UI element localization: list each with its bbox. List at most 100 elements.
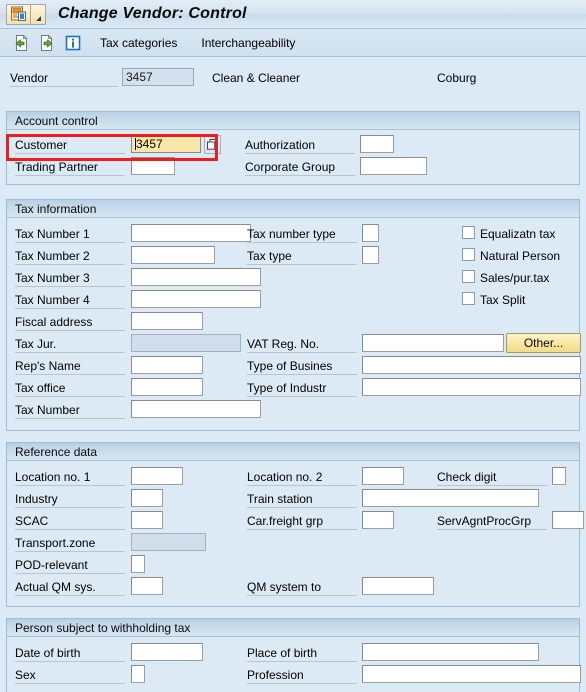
scac-field[interactable] [131, 511, 163, 529]
group-account-control-header: Account control [7, 111, 579, 130]
group-tax-information-body: Tax Number 1 Tax Number 2 Tax Number 3 T… [7, 218, 581, 429]
group-tax-information-header: Tax information [7, 199, 579, 218]
type-of-industr-label: Type of Industr [247, 381, 357, 397]
tax-number-2-field[interactable] [131, 246, 215, 264]
checkbox-sales-pur-tax-label: Sales/pur.tax [480, 271, 550, 285]
application-toolbar: Tax categories Interchangeability [0, 29, 586, 57]
vendor-city-text: Coburg [437, 71, 477, 85]
industry-field[interactable] [131, 489, 163, 507]
group-reference-data-body: Location no. 1 Industry SCAC Transport.z… [7, 461, 584, 605]
tax-number-type-label: Tax number type [247, 227, 357, 243]
place-of-birth-field[interactable] [362, 643, 539, 661]
group-reference-data-header: Reference data [7, 442, 579, 461]
type-of-busines-field[interactable] [362, 356, 581, 374]
check-digit-field[interactable] [552, 467, 566, 485]
qm-system-to-field[interactable] [362, 577, 434, 595]
tax-office-field[interactable] [131, 378, 203, 396]
system-menu-group[interactable] [6, 3, 46, 25]
group-reference-data: Reference data Location no. 1 Industry S… [6, 442, 584, 607]
check-digit-label: Check digit [437, 470, 547, 486]
authorization-field[interactable] [360, 135, 394, 153]
tax-number-1-label: Tax Number 1 [15, 227, 125, 243]
date-of-birth-label: Date of birth [15, 646, 125, 662]
group-tax-information: Tax information Tax Number 1 Tax Number … [6, 199, 581, 431]
previous-screen-icon[interactable] [8, 31, 34, 55]
sex-label: Sex [15, 668, 125, 684]
sap-vendor-icon[interactable] [7, 4, 30, 24]
date-of-birth-field[interactable] [131, 643, 203, 661]
group-withholding-tax-body: Date of birth Sex Place of birth Profess… [7, 637, 581, 692]
checkbox-natural-person-label: Natural Person [480, 249, 561, 263]
vendor-name-text: Clean & Cleaner [212, 71, 301, 85]
tax-number-type-field[interactable] [362, 224, 379, 242]
transport-zone-label: Transport.zone [15, 536, 125, 552]
tax-number-field[interactable] [131, 400, 261, 418]
customer-label: Customer [15, 138, 125, 154]
location-no-1-label: Location no. 1 [15, 470, 125, 486]
checkbox-tax-split-label: Tax Split [480, 293, 526, 307]
checkbox-tax-split[interactable] [462, 292, 475, 305]
reps-name-label: Rep's Name [15, 359, 125, 375]
vendor-number-field[interactable]: 3457 [122, 68, 194, 86]
pod-relevant-field[interactable] [131, 555, 145, 573]
checkbox-sales-pur-tax[interactable] [462, 270, 475, 283]
transport-zone-field[interactable] [131, 533, 206, 551]
info-icon[interactable] [60, 31, 86, 55]
tax-number-2-label: Tax Number 2 [15, 249, 125, 265]
checkbox-equalizatn-tax[interactable] [462, 226, 475, 239]
fiscal-address-field[interactable] [131, 312, 203, 330]
trading-partner-field[interactable] [131, 157, 175, 175]
actual-qm-sys-field[interactable] [131, 577, 163, 595]
page-title: Change Vendor: Control [58, 5, 247, 22]
tax-number-3-label: Tax Number 3 [15, 271, 125, 287]
servagntprocgrp-label: ServAgntProcGrp [437, 514, 547, 530]
scac-label: SCAC [15, 514, 125, 530]
location-no-2-field[interactable] [362, 467, 404, 485]
actual-qm-sys-label: Actual QM sys. [15, 580, 125, 596]
vat-reg-no-field[interactable] [362, 334, 504, 352]
tax-number-label: Tax Number [15, 403, 125, 419]
corporate-group-field[interactable] [360, 157, 427, 175]
tax-type-field[interactable] [362, 246, 379, 264]
checkbox-equalizatn-tax-label: Equalizatn tax [480, 227, 556, 241]
group-account-control: Account control Customer 3457 Trading Pa… [6, 111, 580, 185]
servagntprocgrp-field[interactable] [552, 511, 584, 529]
matchcode-search-help-icon[interactable] [204, 135, 221, 154]
car-freight-grp-field[interactable] [362, 511, 394, 529]
window-title-bar: Change Vendor: Control [0, 0, 586, 29]
tax-number-4-field[interactable] [131, 290, 261, 308]
interchangeability-button[interactable]: Interchangeability [191, 31, 305, 55]
industry-label: Industry [15, 492, 125, 508]
vendor-header-row: Vendor 3457 Clean & Cleaner Coburg [0, 57, 586, 104]
tax-office-label: Tax office [15, 381, 125, 397]
customer-field-value: 3457 [136, 137, 163, 151]
tax-jur-label: Tax Jur. [15, 337, 125, 353]
tax-number-1-field[interactable] [131, 224, 251, 242]
tax-number-3-field[interactable] [131, 268, 261, 286]
authorization-label: Authorization [245, 138, 355, 154]
car-freight-grp-label: Car.freight grp [247, 514, 357, 530]
profession-field[interactable] [362, 665, 581, 683]
customer-field[interactable]: 3457 [131, 135, 201, 153]
trading-partner-label: Trading Partner [15, 160, 125, 176]
group-account-control-body: Customer 3457 Trading Partner Authorizat… [7, 130, 579, 183]
location-no-1-field[interactable] [131, 467, 183, 485]
tax-categories-button[interactable]: Tax categories [90, 31, 187, 55]
reps-name-field[interactable] [131, 356, 203, 374]
train-station-field[interactable] [362, 489, 539, 507]
tax-jur-field[interactable] [131, 334, 241, 352]
vendor-label: Vendor [10, 71, 118, 87]
qm-system-to-label: QM system to [247, 580, 357, 596]
type-of-busines-label: Type of Busines [247, 359, 357, 375]
corporate-group-label: Corporate Group [245, 160, 355, 176]
sex-field[interactable] [131, 665, 145, 683]
fiscal-address-label: Fiscal address [15, 315, 125, 331]
next-screen-icon[interactable] [34, 31, 60, 55]
type-of-industr-field[interactable] [362, 378, 581, 396]
profession-label: Profession [247, 668, 357, 684]
checkbox-natural-person[interactable] [462, 248, 475, 261]
other-button[interactable]: Other... [506, 333, 581, 353]
group-withholding-tax-header: Person subject to withholding tax [7, 618, 579, 637]
chevron-down-icon[interactable] [31, 4, 45, 24]
tax-type-label: Tax type [247, 249, 357, 265]
